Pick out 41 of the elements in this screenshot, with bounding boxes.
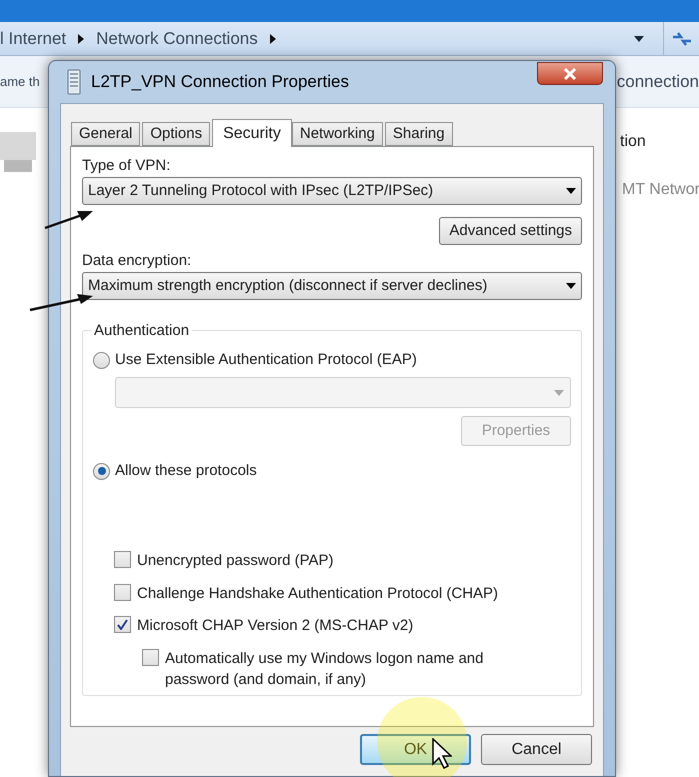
vpn-type-dropdown[interactable]: Layer 2 Tunneling Protocol with IPsec (L2TP/IPSec) — [82, 177, 582, 205]
tab[interactable]: Sharing — [384, 122, 453, 146]
breadcrumb-link[interactable]: Network Connections — [96, 26, 258, 52]
checkbox-label: Microsoft CHAP Version 2 (MS-CHAP v2) — [137, 616, 414, 636]
field-label: Type of VPN: — [82, 156, 172, 175]
toolbar-text: connection — [616, 70, 699, 93]
dropdown-arrow-icon — [566, 283, 576, 289]
radio-button[interactable] — [93, 352, 110, 368]
dropdown-arrow-icon — [566, 188, 576, 194]
breadcrumb-link[interactable]: l Internet — [0, 26, 66, 52]
annotation-arrow — [29, 292, 94, 312]
cancel-button[interactable]: Cancel — [481, 734, 592, 765]
close-button[interactable] — [537, 62, 603, 85]
option-label: Use Extensible Authentication Protocol (EAP) — [115, 350, 417, 370]
mouse-cursor-icon — [432, 738, 452, 770]
checkbox-label: Challenge Handshake Authentication Protocol (CHAP) — [137, 584, 498, 604]
checkbox[interactable] — [114, 551, 131, 568]
checkbox[interactable] — [142, 648, 159, 666]
chevron-icon[interactable] — [78, 34, 84, 44]
checkbox[interactable] — [114, 584, 131, 600]
tab[interactable]: Options — [142, 122, 210, 146]
item-text: tion — [620, 132, 646, 152]
radio-button[interactable] — [93, 462, 110, 480]
chevron-icon[interactable] — [270, 34, 276, 44]
annotation-arrow — [44, 208, 94, 230]
advanced-settings-button[interactable]: Advanced settings — [439, 217, 582, 245]
dropdown-arrow-icon[interactable] — [633, 34, 645, 42]
checkbox-label: Unencrypted password (PAP) — [137, 551, 334, 571]
ok-button[interactable]: OK — [360, 734, 471, 765]
checkbox[interactable] — [114, 616, 131, 633]
dropdown-arrow-icon — [554, 390, 564, 396]
toolbar-text: ame th — [0, 72, 40, 91]
field-label: Data encryption: — [82, 251, 192, 270]
window-title: L2TP_VPN Connection Properties — [91, 71, 349, 94]
option-label: Allow these protocols — [115, 460, 257, 481]
tab[interactable]: Security — [212, 119, 292, 147]
checkbox-label: Automatically use my Windows logon name and password (and domain, if any) — [165, 648, 484, 690]
close-icon — [563, 68, 577, 80]
tab[interactable]: Networking — [292, 122, 383, 146]
data-encryption-dropdown[interactable]: Maximum strength encryption (disconnect if server declines) — [82, 272, 582, 300]
tab[interactable]: General — [71, 122, 140, 146]
